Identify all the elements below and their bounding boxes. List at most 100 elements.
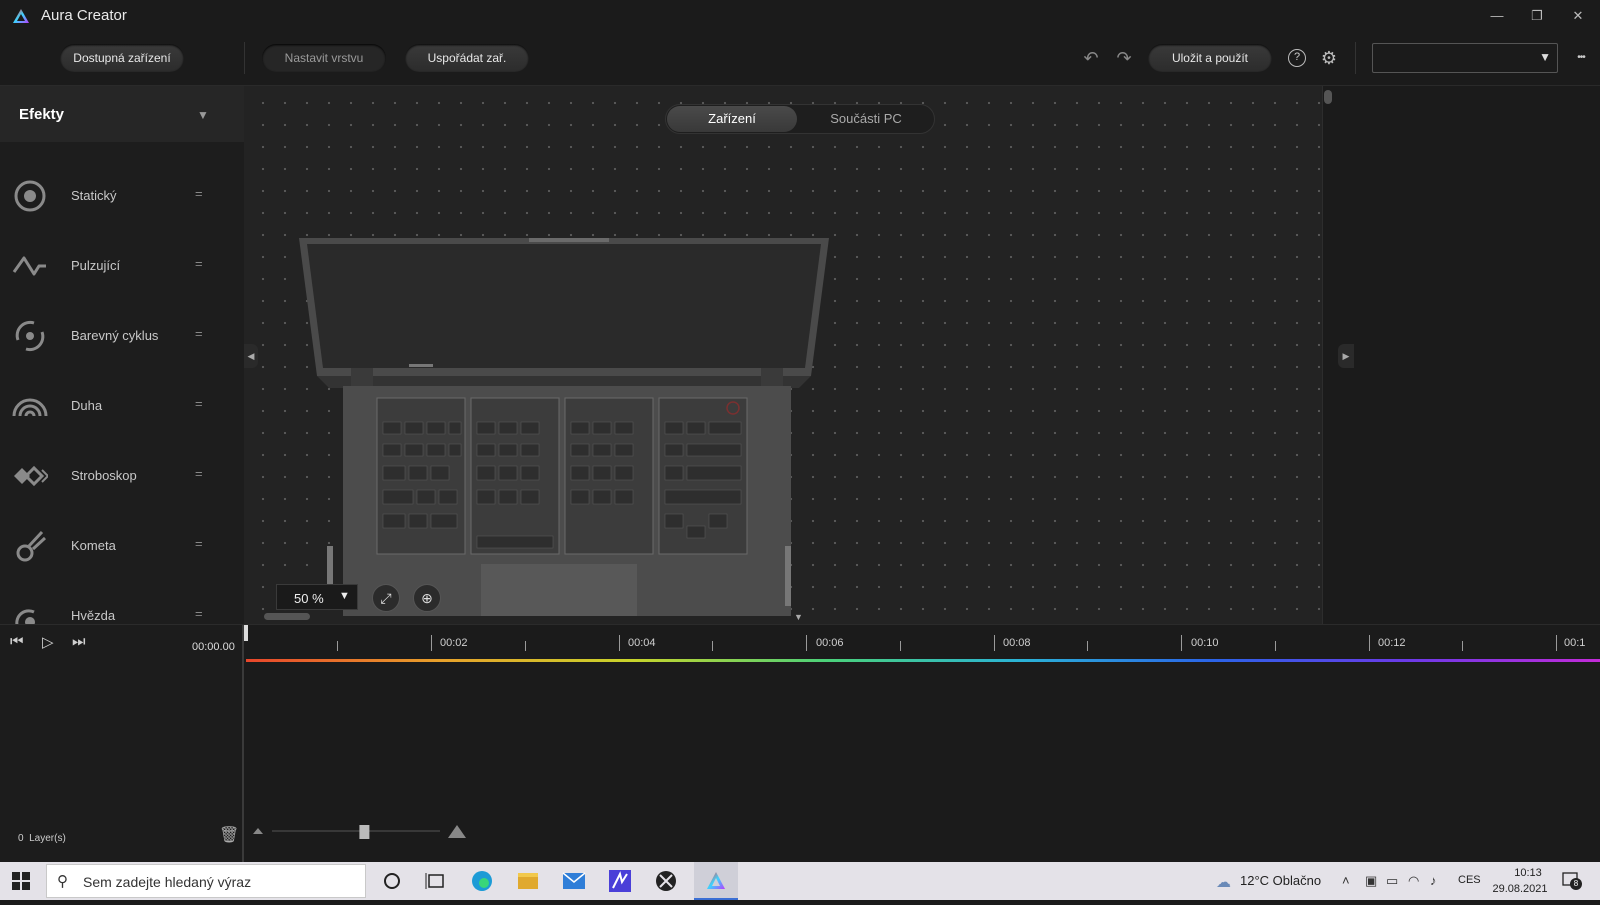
skip-forward-icon[interactable]: ⏭ [72,633,86,650]
close-button[interactable]: ✕ [1558,4,1598,28]
zoom-value: 50 % [294,591,324,606]
collapse-left-panel-icon[interactable]: ◀ [244,344,258,368]
drag-handle-icon[interactable]: = [195,466,203,481]
effect-item-strobe[interactable]: Stroboskop = [0,446,244,506]
play-icon[interactable]: ▷ [42,633,54,651]
tab-devices[interactable]: Zařízení [667,106,797,132]
toolbar-divider [1355,42,1356,74]
minimize-button[interactable]: — [1477,4,1517,28]
skip-back-icon[interactable]: ⏮ [10,633,24,650]
set-layer-button[interactable]: Nastavit vrstvu [262,44,386,72]
tick [1275,641,1276,651]
timeline-ruler[interactable]: 00:02 00:04 00:06 00:08 00:10 00:12 00:1 [246,625,1600,655]
cortana-icon[interactable] [370,862,414,900]
tick [1462,641,1463,651]
more-options-icon[interactable]: ••• [1568,47,1594,69]
drag-handle-icon[interactable]: = [195,536,203,551]
expand-down-icon[interactable]: ▼ [794,612,803,622]
chevron-down-icon: ▼ [1539,50,1551,64]
notifications-icon[interactable]: 8 [1562,872,1582,890]
tick [1556,635,1557,651]
timeline-zoom-slider[interactable] [252,821,472,843]
tick [525,641,526,651]
task-view-icon[interactable] [414,862,458,900]
language-indicator[interactable]: CES [1458,874,1481,886]
windows-start-icon[interactable] [12,872,30,890]
fit-to-screen-icon[interactable]: ⤢ [372,584,400,612]
redo-icon[interactable]: ↷ [1113,47,1135,69]
search-placeholder: Sem zadejte hledaný výraz [83,874,252,890]
device-icon[interactable]: ▣ [1365,873,1377,889]
tick [1181,635,1182,651]
taskbar-search-box[interactable]: ⚲ Sem zadejte hledaný výraz [46,864,366,898]
xbox-icon[interactable] [644,862,688,900]
strobe-icon [14,465,48,487]
drag-handle-icon[interactable]: = [195,326,203,341]
comet-icon [16,530,47,562]
settings-gear-icon[interactable]: ⚙ [1318,47,1340,69]
notification-count: 8 [1570,878,1582,890]
effect-item-color-cycle[interactable]: Barevný cyklus = [0,306,244,366]
edge-browser-icon[interactable] [460,862,504,900]
tick-label: 00:1 [1564,637,1586,649]
help-icon[interactable]: ? [1288,49,1306,67]
tick-label: 00:12 [1378,637,1406,649]
layers-label: Layer(s) [29,833,66,844]
drag-handle-icon[interactable]: = [195,256,203,271]
effect-item-pulse[interactable]: Pulzující = [0,236,244,296]
laptop-device-image[interactable] [299,236,839,616]
vertical-scrollbar[interactable] [1324,90,1332,104]
available-devices-button[interactable]: Dostupná zařízení [60,44,184,72]
drag-handle-icon[interactable]: = [195,606,203,621]
tick-label: 00:06 [816,637,844,649]
tick [900,641,901,651]
zoom-dropdown[interactable]: 50 % ▼ [276,584,358,610]
clock-time[interactable]: 10:13 [1500,867,1556,879]
effect-label: Kometa [71,538,116,553]
effect-label: Stroboskop [71,468,137,483]
device-canvas[interactable] [244,86,1322,624]
tick-label: 00:10 [1191,637,1219,649]
effect-item-star[interactable]: Hvězda = [0,586,244,624]
file-explorer-icon[interactable] [506,862,550,900]
weather-text[interactable]: 12°C Oblačno [1240,873,1321,888]
tick [994,635,995,651]
undo-icon[interactable]: ↶ [1080,47,1102,69]
rainbow-icon [12,398,48,417]
save-apply-button[interactable]: Uložit a použít [1148,44,1272,72]
slider-handle[interactable] [359,825,370,839]
volume-icon[interactable]: ♪ [1430,873,1437,888]
center-view-icon[interactable]: ⊕ [413,584,441,612]
timeline: ⏮ ▷ ⏭ 00:00.00 0 Layer(s) 🗑 00:02 00:04 … [0,624,1600,863]
tick [1087,641,1088,651]
tick [712,641,713,651]
network-icon[interactable]: ◠ [1408,873,1419,889]
app-title: Aura Creator [41,7,127,24]
collapse-right-panel-icon[interactable]: ▶ [1338,344,1354,368]
drag-handle-icon[interactable]: = [195,186,203,201]
effect-item-comet[interactable]: Kometa = [0,516,244,576]
layers-count-value: 0 [18,833,24,844]
battery-icon[interactable]: ▭ [1386,873,1398,889]
windows-taskbar: ⚲ Sem zadejte hledaný výraz ☁ 12°C Oblač… [0,862,1600,900]
aura-creator-taskbar-icon[interactable] [694,862,738,900]
effects-header[interactable]: Efekty ▼ [0,86,244,142]
trash-icon[interactable]: 🗑 [219,825,239,845]
zoom-slider-graphic [253,825,466,839]
restore-button[interactable]: ❐ [1517,4,1557,28]
clock-date[interactable]: 29.08.2021 [1490,883,1550,895]
tick [619,635,620,651]
mail-icon[interactable] [552,862,596,900]
arrange-devices-button[interactable]: Uspořádat zař. [405,44,529,72]
timeline-color-bar [246,659,1600,662]
app-icon[interactable] [598,862,642,900]
pulse-icon [12,256,46,276]
effect-item-rainbow[interactable]: Duha = [0,376,244,436]
chevron-up-icon[interactable]: ˄ [1342,873,1350,888]
chevron-down-icon[interactable]: ▼ [197,108,209,122]
profile-dropdown[interactable]: ▼ [1372,43,1558,73]
tab-pc-components[interactable]: Součásti PC [801,106,931,132]
horizontal-scrollbar[interactable] [264,613,310,620]
effect-item-static[interactable]: Statický = [0,166,244,226]
drag-handle-icon[interactable]: = [195,396,203,411]
